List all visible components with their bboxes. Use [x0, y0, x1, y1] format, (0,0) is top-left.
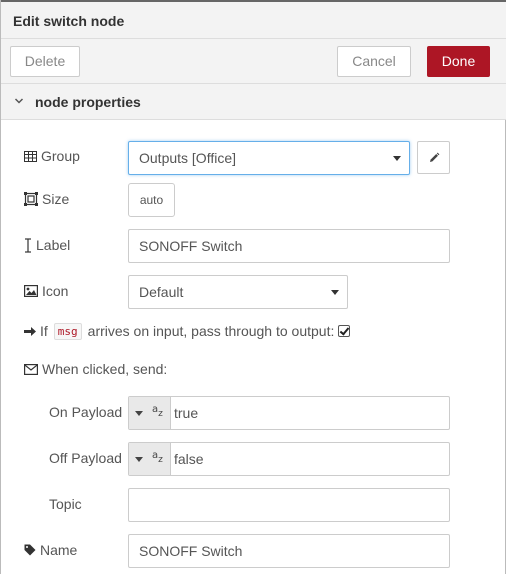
chevron-down-icon — [14, 98, 24, 104]
tag-icon — [24, 544, 36, 556]
icon-select-value: Default — [139, 284, 184, 300]
edit-group-button[interactable] — [417, 141, 450, 174]
tray-header: Edit switch node — [1, 2, 506, 39]
topic-label: Topic — [49, 496, 82, 512]
off-payload-label: Off Payload — [49, 450, 122, 466]
send-label-text: When clicked, send: — [42, 361, 168, 377]
arrow-right-icon — [24, 326, 36, 336]
caret-down-icon — [331, 290, 339, 295]
passthrough-text: arrives on input, pass through to output… — [87, 323, 335, 339]
name-input[interactable]: SONOFF Switch — [128, 534, 450, 568]
string-type-icon: az — [152, 450, 163, 465]
off-payload-label-text: Off Payload — [49, 450, 122, 466]
label-field-label-text: Label — [36, 237, 71, 253]
section-header-node-properties[interactable]: node properties — [1, 84, 506, 120]
picture-icon — [24, 285, 38, 297]
group-select-value: Outputs [Office] — [139, 150, 237, 166]
group-label: Group — [24, 148, 80, 164]
text-cursor-icon — [25, 237, 31, 253]
send-label: When clicked, send: — [24, 361, 167, 377]
group-label-text: Group — [41, 148, 80, 164]
on-payload-input[interactable]: az true — [128, 396, 450, 430]
size-button[interactable]: auto — [128, 183, 175, 217]
off-payload-type-select[interactable]: az — [129, 443, 171, 475]
caret-down-icon — [393, 156, 401, 161]
passthrough-row: If msg arrives on input, pass through to… — [24, 321, 351, 341]
pencil-icon — [430, 152, 440, 162]
size-label-text: Size — [42, 191, 70, 207]
cancel-button[interactable]: Cancel — [337, 46, 411, 77]
icon-select[interactable]: Default — [128, 275, 348, 309]
name-label-text: Name — [40, 542, 78, 558]
msg-code: msg — [53, 322, 82, 340]
passthrough-checkbox[interactable] — [338, 325, 351, 337]
tray-title: Edit switch node — [13, 13, 125, 29]
resize-icon — [24, 192, 38, 206]
label-input[interactable]: SONOFF Switch — [128, 229, 450, 263]
section-title: node properties — [35, 94, 141, 110]
on-payload-label-text: On Payload — [49, 404, 123, 420]
caret-down-icon — [135, 457, 143, 462]
tray-toolbar: Delete Cancel Done — [1, 39, 506, 84]
on-payload-value[interactable]: true — [174, 397, 198, 429]
envelope-icon — [24, 363, 38, 375]
icon-field-label: Icon — [24, 283, 68, 299]
topic-label-text: Topic — [49, 496, 82, 512]
group-select[interactable]: Outputs [Office] — [128, 141, 410, 175]
off-payload-input[interactable]: az false — [128, 442, 450, 476]
passthrough-prefix: If — [40, 323, 48, 339]
edit-tray: Edit switch node Delete Cancel Done node… — [0, 0, 506, 574]
caret-down-icon — [135, 411, 143, 416]
topic-input[interactable] — [128, 488, 450, 522]
on-payload-type-select[interactable]: az — [129, 397, 171, 429]
size-label: Size — [24, 191, 69, 207]
name-label: Name — [24, 542, 77, 558]
string-type-icon: az — [152, 404, 163, 419]
delete-button[interactable]: Delete — [10, 46, 80, 77]
done-button[interactable]: Done — [427, 46, 490, 77]
table-icon — [24, 150, 37, 162]
icon-field-label-text: Icon — [42, 283, 69, 299]
label-field-label: Label — [24, 237, 70, 253]
on-payload-label: On Payload — [49, 404, 122, 420]
off-payload-value[interactable]: false — [174, 443, 204, 475]
